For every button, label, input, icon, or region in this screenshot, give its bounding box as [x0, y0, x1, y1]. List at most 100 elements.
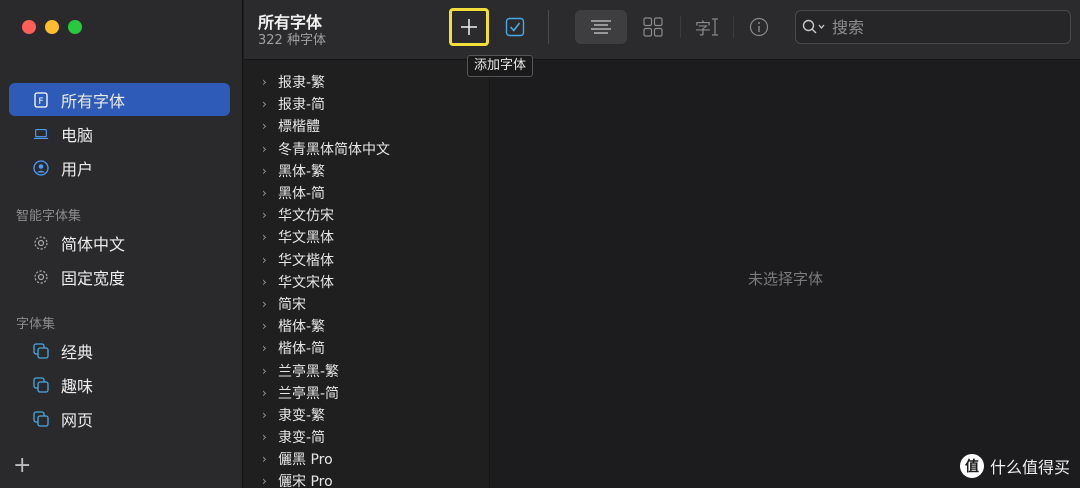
chevron-right-icon[interactable]: › [262, 119, 272, 133]
sidebar-item-label: 简体中文 [61, 234, 126, 254]
custom-view-button[interactable]: 字 [681, 10, 733, 44]
font-list-item[interactable]: › 华文黑体 [244, 226, 489, 248]
glyph-cursor-icon: 字 [694, 18, 718, 38]
sidebar-item-label: 网页 [61, 410, 94, 430]
chevron-right-icon[interactable]: › [262, 97, 272, 111]
search-field[interactable] [795, 10, 1071, 44]
sidebar-item-classic[interactable]: 经典 [9, 334, 230, 367]
sidebar-item-computer[interactable]: 电脑 [9, 117, 230, 150]
search-input[interactable] [832, 17, 1052, 37]
font-family-name: 隶变-简 [278, 430, 326, 447]
watermark-text: 什么值得买 [989, 458, 1070, 477]
chevron-right-icon[interactable]: › [262, 75, 272, 89]
font-list-item[interactable]: › 冬青黑体简体中文 [244, 138, 489, 160]
font-list-item[interactable]: › 华文仿宋 [244, 204, 489, 226]
grid-icon [643, 17, 663, 37]
add-collection-button[interactable]: + [13, 455, 31, 477]
chevron-right-icon[interactable]: › [262, 230, 272, 244]
chevron-right-icon[interactable]: › [262, 297, 272, 311]
chevron-right-icon[interactable]: › [262, 208, 272, 222]
font-list-item[interactable]: › 报隶-简 [244, 93, 489, 115]
chevron-right-icon[interactable]: › [262, 386, 272, 400]
font-family-name: 標楷體 [278, 119, 320, 136]
laptop-icon [33, 126, 49, 142]
sidebar-item-fun[interactable]: 趣味 [9, 368, 230, 401]
plus-icon [461, 19, 477, 35]
sidebar-item-label: 所有字体 [61, 91, 126, 111]
sidebar-item-user[interactable]: 用户 [9, 151, 230, 184]
font-family-name: 楷体-简 [278, 341, 326, 358]
chevron-right-icon[interactable]: › [262, 186, 272, 200]
chevron-right-icon[interactable]: › [262, 253, 272, 267]
collection-icon [33, 342, 49, 359]
chevron-right-icon[interactable]: › [262, 452, 272, 466]
font-list-item[interactable]: › 楷体-繁 [244, 315, 489, 337]
zoom-window-button[interactable] [68, 20, 82, 34]
font-family-name: 兰亭黑-繁 [278, 363, 340, 380]
chevron-right-icon[interactable]: › [262, 142, 272, 156]
sidebar-item-fixed-width[interactable]: 固定宽度 [9, 260, 230, 293]
collection-icon [33, 376, 49, 393]
sidebar-item-all-fonts[interactable]: F 所有字体 [9, 83, 230, 116]
chevron-right-icon[interactable]: › [262, 341, 272, 355]
toolbar-divider [548, 10, 549, 44]
toolbar: 所有字体 322 种字体 字 [244, 0, 1080, 60]
list-top-padding [244, 61, 489, 71]
font-list-item[interactable]: › 楷体-简 [244, 337, 489, 359]
sidebar: F 所有字体 电脑 用户 智能字体集 简体中文 固定宽度 字体集 经典 趣味 网… [0, 0, 243, 488]
chevron-right-icon[interactable]: › [262, 164, 272, 178]
font-family-name: 楷体-繁 [278, 319, 326, 336]
checkbox-icon [505, 17, 525, 37]
font-family-name: 冬青黑体简体中文 [278, 141, 390, 158]
search-icon[interactable] [802, 19, 826, 35]
font-list-item[interactable]: › 儷黑 Pro [244, 448, 489, 470]
font-list-item[interactable]: › 儷宋 Pro [244, 470, 489, 488]
font-list-item[interactable]: › 標楷體 [244, 115, 489, 137]
empty-preview-text: 未选择字体 [747, 270, 823, 288]
font-family-name: 华文楷体 [278, 252, 334, 269]
info-icon [749, 17, 769, 37]
font-list-item[interactable]: › 兰亭黑-简 [244, 382, 489, 404]
font-list-item[interactable]: › 隶变-繁 [244, 404, 489, 426]
chevron-right-icon[interactable]: › [262, 364, 272, 378]
font-family-name: 报隶-简 [278, 97, 326, 114]
sidebar-item-label: 电脑 [61, 125, 94, 145]
font-preview-pane: 未选择字体 [491, 61, 1080, 488]
sidebar-item-label: 固定宽度 [61, 268, 126, 288]
add-font-button[interactable] [449, 8, 489, 46]
font-list-item[interactable]: › 兰亭黑-繁 [244, 359, 489, 381]
validate-font-button[interactable] [496, 10, 534, 44]
chevron-right-icon[interactable]: › [262, 275, 272, 289]
font-family-name: 隶变-繁 [278, 407, 326, 424]
font-list-item[interactable]: › 简宋 [244, 293, 489, 315]
font-list-item[interactable]: › 黑体-繁 [244, 160, 489, 182]
font-family-name: 儷黑 Pro [278, 452, 333, 469]
font-list[interactable]: › 报隶-繁 › 报隶-简 › 標楷體 › 冬青黑体简体中文 › 黑体-繁 › 黑体-简 › 华文仿宋 › 华… [244, 61, 490, 488]
watermark-logo: 值 [959, 454, 984, 478]
font-family-name: 华文宋体 [278, 274, 334, 291]
sidebar-item-simplified-chinese[interactable]: 简体中文 [9, 226, 230, 259]
sidebar-item-web[interactable]: 网页 [9, 402, 230, 435]
font-list-item[interactable]: › 隶变-简 [244, 426, 489, 448]
smart-collections-heading: 智能字体集 [16, 209, 82, 224]
chevron-right-icon[interactable]: › [262, 430, 272, 444]
font-family-name: 黑体-简 [278, 186, 326, 203]
text-lines-icon [591, 20, 611, 34]
font-family-name: 儷宋 Pro [278, 474, 333, 488]
close-window-button[interactable] [22, 20, 36, 34]
font-list-item[interactable]: › 华文楷体 [244, 249, 489, 271]
font-family-name: 兰亭黑-简 [278, 385, 340, 402]
font-list-item[interactable]: › 黑体-简 [244, 182, 489, 204]
chevron-right-icon[interactable]: › [262, 474, 272, 488]
info-button[interactable] [733, 10, 785, 44]
grid-view-button[interactable] [627, 10, 679, 44]
collection-icon [33, 410, 49, 427]
minimize-window-button[interactable] [45, 20, 59, 34]
chevron-right-icon[interactable]: › [262, 319, 272, 333]
font-list-item[interactable]: › 华文宋体 [244, 271, 489, 293]
sidebar-item-label: 趣味 [61, 376, 94, 396]
chevron-right-icon[interactable]: › [262, 408, 272, 422]
sample-view-button[interactable] [575, 10, 627, 44]
svg-text:F: F [38, 97, 43, 107]
font-list-item[interactable]: › 报隶-繁 [244, 71, 489, 93]
